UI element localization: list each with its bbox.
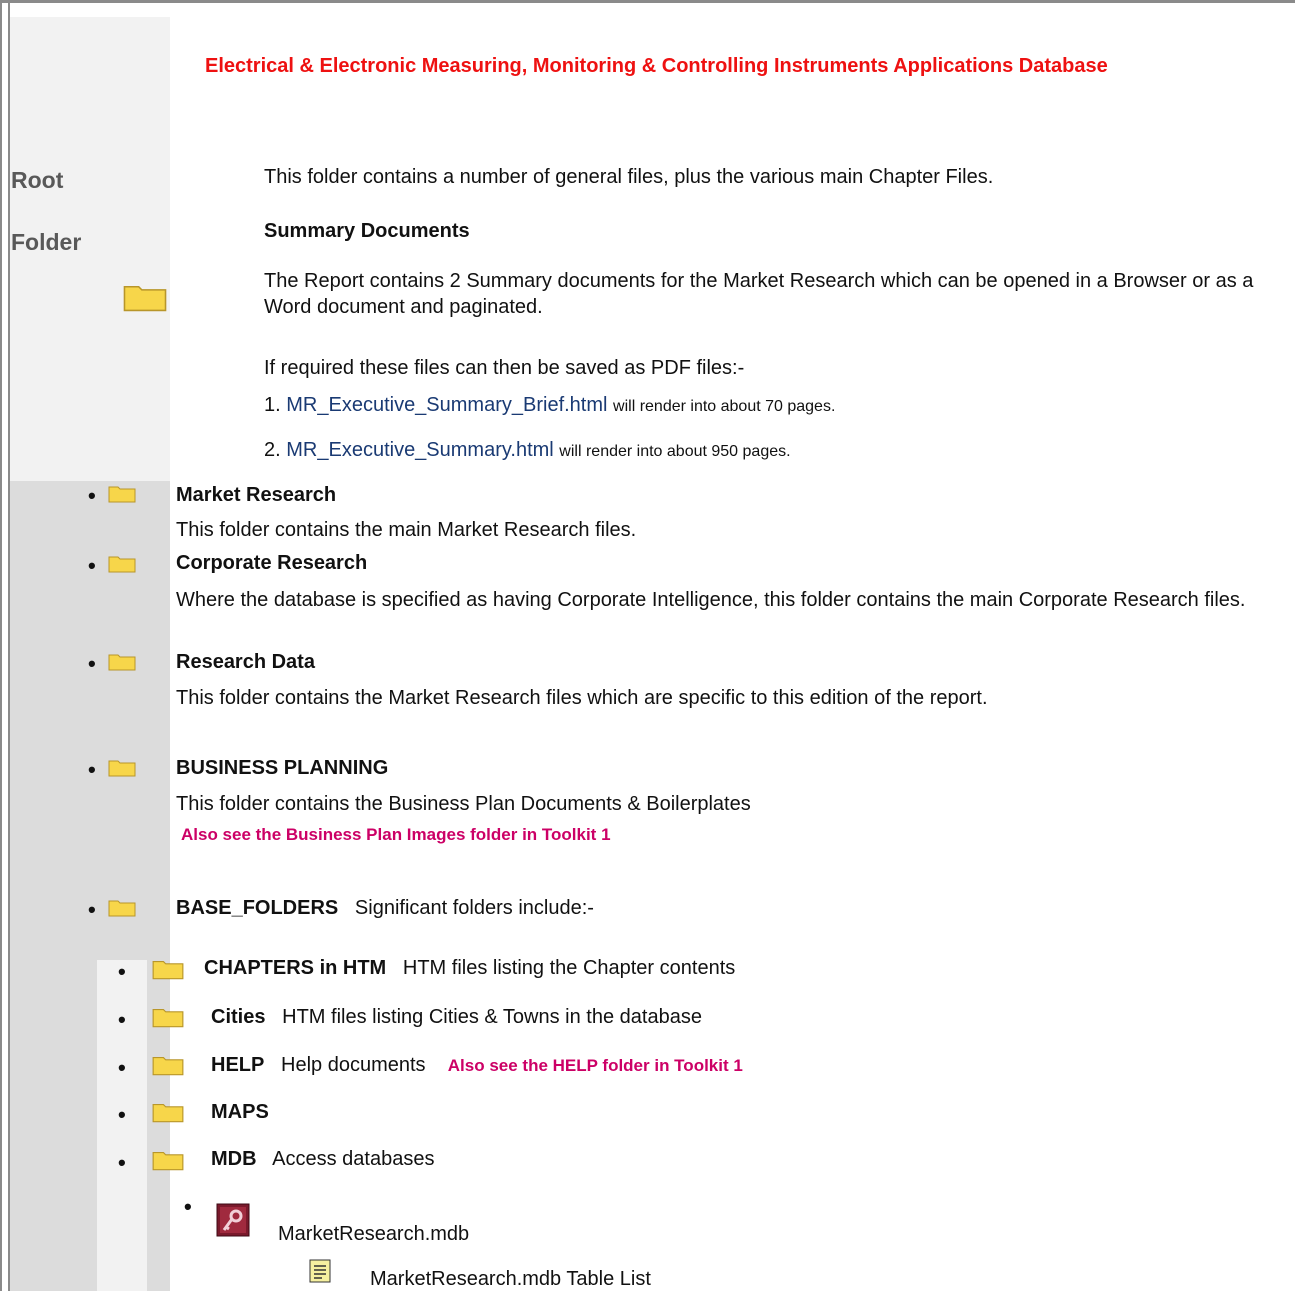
folder-icon [123,285,167,312]
folder-research-data[interactable]: Research Data [176,649,315,675]
folder-icon [108,900,136,917]
folder-description: This folder contains the Market Research… [176,687,988,709]
bullet: • [118,1102,126,1127]
folder-icon [108,654,136,671]
page-title: Electrical & Electronic Measuring, Monit… [205,55,1108,77]
subfolder-mdb[interactable]: MDB [211,1148,257,1170]
folder-icon [152,1152,184,1171]
subfolder-help[interactable]: HELP [211,1054,264,1076]
bullet: • [88,483,96,508]
folder-description: Where the database is specified as havin… [176,589,1246,611]
text-document-icon [309,1259,331,1283]
bullet: • [88,757,96,782]
summary-text: The Report contains 2 Summary documents … [264,270,1254,318]
bullet: • [118,1007,126,1032]
summary-item: 1. MR_Executive_Summary_Brief.html will … [264,392,835,420]
bullet: • [88,651,96,676]
folder-icon [108,556,136,573]
summary-full-link[interactable]: MR_Executive_Summary.html [286,439,553,461]
business-plan-note[interactable]: Also see the Business Plan Images folder… [181,825,611,845]
folder-description: This folder contains the Business Plan D… [176,793,751,815]
mdb-file-link[interactable]: MarketResearch.mdb [278,1221,469,1247]
base-folders-row: BASE_FOLDERS Significant folders include… [176,895,594,921]
subfolder-description: HTM files listing Cities & Towns in the … [282,1006,702,1028]
summary-heading: Summary Documents [264,220,470,242]
intro-text: This folder contains a number of general… [264,166,994,188]
item-pages-text: will render into about 70 pages. [613,398,836,415]
bullet: • [118,959,126,984]
folder-icon [152,1104,184,1123]
left-border [0,3,2,1291]
folder-icon [152,1009,184,1028]
subfolder-row: MDB Access databases [211,1146,434,1172]
folder-icon [108,760,136,777]
folder-icon [152,1057,184,1076]
folder-corporate-research[interactable]: Corporate Research [176,550,367,576]
access-db-icon [216,1203,250,1237]
item-number: 1. [264,394,281,416]
subfolder-row: HELP Help documents Also see the HELP fo… [211,1052,743,1079]
summary-brief-link[interactable]: MR_Executive_Summary_Brief.html [286,394,607,416]
bullet: • [118,1150,126,1175]
subfolder-cities[interactable]: Cities [211,1006,265,1028]
pdf-note: If required these files can then be save… [264,357,745,379]
item-number: 2. [264,439,281,461]
folder-business-planning[interactable]: BUSINESS PLANNING [176,755,388,781]
folder-base-folders[interactable]: BASE_FOLDERS [176,897,338,919]
summary-item: 2. MR_Executive_Summary.html will render… [264,437,791,465]
table-list-link[interactable]: MarketResearch.mdb Table List [370,1266,651,1292]
item-pages-text: will render into about 950 pages. [559,443,791,460]
bullet: • [88,897,96,922]
subfolder-description: Help documents [281,1054,426,1076]
folder-description: This folder contains the main Market Res… [176,519,637,541]
subfolder-chapters[interactable]: CHAPTERS in HTM [204,957,386,979]
top-border [0,0,1295,3]
root-label-line1: Root [11,167,64,193]
subfolder-description: HTM files listing the Chapter contents [402,957,736,979]
root-label-line2: Folder [11,229,82,255]
bullet: • [118,1055,126,1080]
subfolder-row: Cities HTM files listing Cities & Towns … [211,1004,702,1030]
folder-icon [152,961,184,980]
folder-description: Significant folders include:- [354,897,594,919]
subfolder-maps[interactable]: MAPS [211,1099,269,1125]
folder-market-research[interactable]: Market Research [176,482,336,508]
subfolder-row: CHAPTERS in HTM HTM files listing the Ch… [204,955,735,981]
folder-icon [108,486,136,503]
bullet: • [184,1194,192,1219]
help-note[interactable]: Also see the HELP folder in Toolkit 1 [448,1056,743,1075]
bullet: • [88,553,96,578]
subfolder-description: Access databases [272,1148,435,1170]
